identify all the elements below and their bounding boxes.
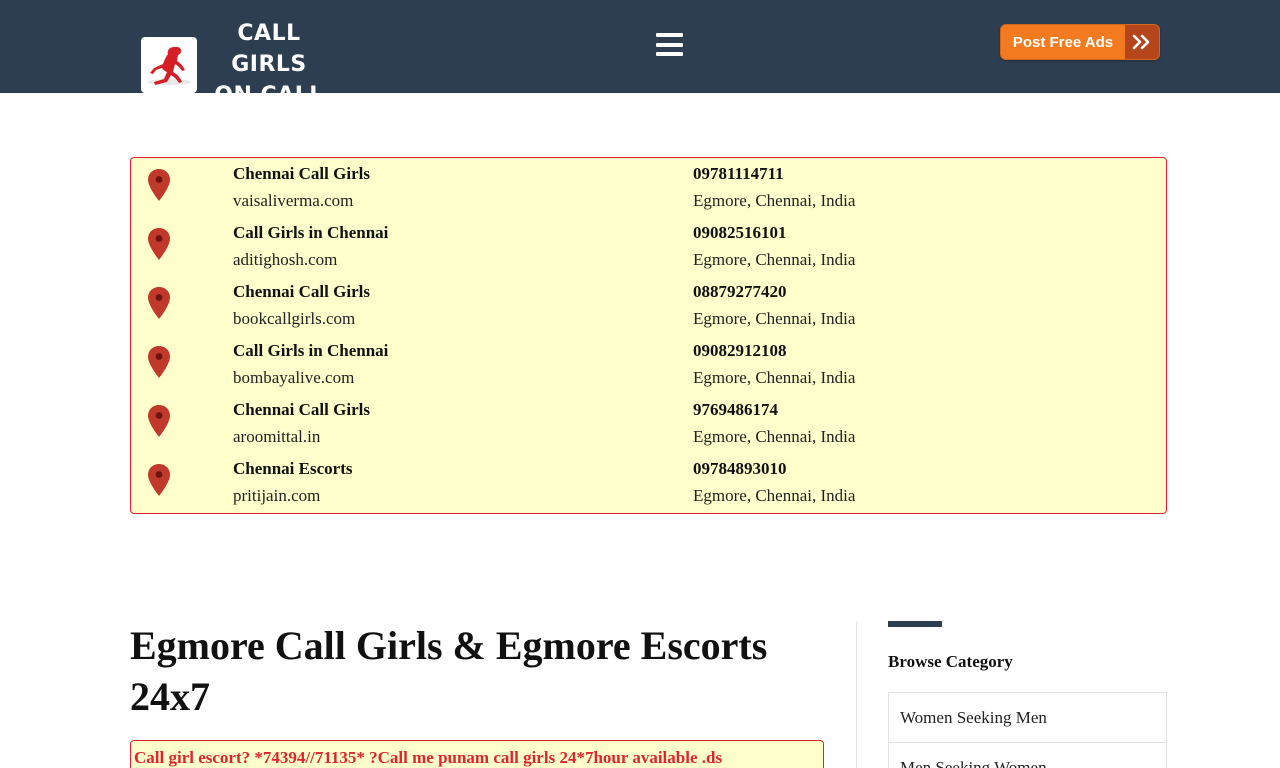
sidebar-accent-bar (888, 621, 942, 627)
map-pin-icon (148, 405, 170, 437)
double-chevron-right-icon (1125, 25, 1159, 59)
listing-title[interactable]: Chennai Escorts (233, 458, 352, 480)
listing-item[interactable]: Chennai Call Girls vaisaliverma.com 0978… (131, 158, 1166, 214)
listing-website-link[interactable]: bookcallgirls.com (233, 308, 355, 330)
menu-bar (656, 42, 683, 47)
map-pin-icon (148, 287, 170, 319)
menu-bar (656, 33, 683, 37)
listing-location: Egmore, Chennai, India (693, 486, 856, 505)
listing-website-link[interactable]: bombayalive.com (233, 367, 354, 389)
listing-website-link[interactable]: aroomittal.in (233, 426, 320, 448)
content-divider (856, 621, 857, 768)
page-title: Egmore Call Girls & Egmore Escorts 24x7 (130, 623, 768, 719)
map-pin-icon (148, 464, 170, 496)
map-pin-icon (148, 169, 170, 201)
logo-silhouette-icon (141, 36, 197, 93)
listing-phone[interactable]: 08879277420 (693, 281, 787, 303)
map-pin-icon (148, 228, 170, 260)
top-navbar: CALL GIRLS ON CALL Post Free Ads (0, 0, 1280, 108)
sidebar-heading: Browse Category (888, 652, 1013, 671)
listing-location: Egmore, Chennai, India (693, 191, 856, 210)
post-free-ads-label: Post Free Ads (1012, 33, 1114, 51)
listing-website-link[interactable]: aditighosh.com (233, 249, 337, 271)
listing-location: Egmore, Chennai, India (693, 309, 856, 328)
menu-bar (656, 52, 683, 56)
listing-item[interactable]: Call Girls in Chennai aditighosh.com 090… (131, 217, 1166, 273)
listing-title[interactable]: Chennai Call Girls (233, 163, 370, 185)
logo-wordmark: CALL GIRLS ON CALL (203, 18, 335, 111)
listing-phone[interactable]: 9769486174 (693, 399, 778, 421)
listing-location: Egmore, Chennai, India (693, 368, 856, 387)
listing-phone[interactable]: 09082516101 (693, 222, 787, 244)
category-item-men-seeking-women[interactable]: Men Seeking Women (888, 742, 1167, 768)
logo-line-2: ON CALL (214, 83, 324, 108)
listing-location: Egmore, Chennai, India (693, 250, 856, 269)
listing-location: Egmore, Chennai, India (693, 427, 856, 446)
category-list: Women Seeking Men Men Seeking Women (888, 692, 1167, 768)
logo-line-1: CALL GIRLS (231, 21, 307, 77)
listing-item[interactable]: Chennai Escorts pritijain.com 0978489301… (131, 453, 1166, 509)
listing-website-link[interactable]: vaisaliverma.com (233, 190, 353, 212)
listing-title[interactable]: Chennai Call Girls (233, 281, 370, 303)
featured-listings: Chennai Call Girls vaisaliverma.com 0978… (130, 157, 1167, 514)
listing-phone[interactable]: 09781114711 (693, 163, 784, 185)
post-free-ads-button[interactable]: Post Free Ads (1000, 24, 1160, 60)
category-item-women-seeking-men[interactable]: Women Seeking Men (888, 692, 1167, 743)
listing-item[interactable]: Call Girls in Chennai bombayalive.com 09… (131, 335, 1166, 391)
listing-website-link[interactable]: pritijain.com (233, 485, 320, 507)
promo-ad-box[interactable]: Call girl escort? *74394//71135* ?Call m… (130, 740, 824, 768)
hamburger-menu-icon[interactable] (656, 31, 683, 58)
listing-item[interactable]: Chennai Call Girls aroomittal.in 9769486… (131, 394, 1166, 450)
listing-title[interactable]: Chennai Call Girls (233, 399, 370, 421)
listing-phone[interactable]: 09784893010 (693, 458, 787, 480)
site-logo[interactable]: CALL GIRLS ON CALL (141, 18, 335, 111)
listing-phone[interactable]: 09082912108 (693, 340, 787, 362)
promo-ad-text[interactable]: Call girl escort? *74394//71135* ?Call m… (134, 748, 722, 767)
listing-item[interactable]: Chennai Call Girls bookcallgirls.com 088… (131, 276, 1166, 332)
listing-title[interactable]: Call Girls in Chennai (233, 222, 388, 244)
map-pin-icon (148, 346, 170, 378)
listing-title[interactable]: Call Girls in Chennai (233, 340, 388, 362)
